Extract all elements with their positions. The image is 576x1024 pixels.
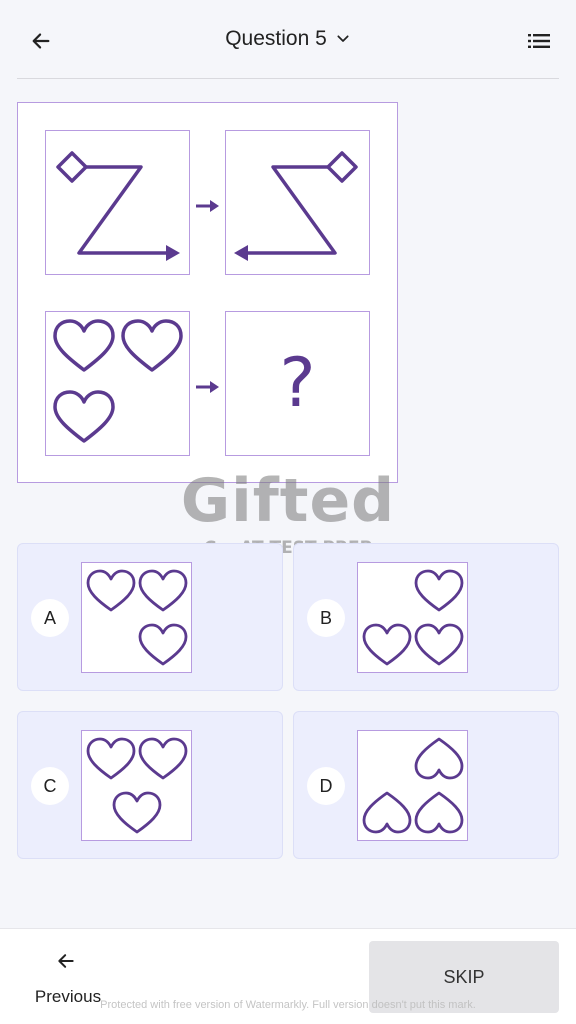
zigzag-arrow-shape xyxy=(56,151,180,261)
option-letter: C xyxy=(31,767,69,805)
figure-zigzag-original xyxy=(45,130,190,275)
question-selector[interactable]: Question 5 xyxy=(0,24,576,54)
answer-option-a[interactable]: A xyxy=(17,543,283,691)
list-icon xyxy=(528,34,550,48)
option-letter: B xyxy=(307,599,345,637)
chevron-down-icon xyxy=(337,35,349,42)
hearts-shape xyxy=(362,569,464,666)
header-bar: Question 5 xyxy=(0,0,576,78)
option-letter: A xyxy=(31,599,69,637)
option-image xyxy=(81,730,192,841)
hearts-shape xyxy=(86,569,188,666)
figure-hearts-original xyxy=(45,311,190,456)
figure-unknown: ? xyxy=(225,311,370,456)
question-figure: ? xyxy=(17,102,398,483)
option-letter: D xyxy=(307,767,345,805)
transform-arrow-icon xyxy=(196,381,219,393)
option-image xyxy=(357,562,468,673)
transform-arrow-icon xyxy=(196,200,219,212)
inverted-hearts-shape xyxy=(362,737,464,834)
answer-option-c[interactable]: C xyxy=(17,711,283,859)
answer-option-b[interactable]: B xyxy=(293,543,559,691)
option-image xyxy=(81,562,192,673)
hearts-shape xyxy=(53,319,183,443)
mirrored-zigzag-arrow-shape xyxy=(234,151,358,261)
question-mark: ? xyxy=(279,344,316,423)
page-title: Question 5 xyxy=(225,27,327,50)
header-divider xyxy=(17,78,559,79)
answer-option-d[interactable]: D xyxy=(293,711,559,859)
bottom-navigation: Previous SKIP Protected with free versio… xyxy=(0,928,576,1024)
watermark-notice: Protected with free version of Watermark… xyxy=(100,999,476,1011)
option-image xyxy=(357,730,468,841)
arrow-left-icon xyxy=(58,954,74,968)
hearts-shape xyxy=(86,737,188,834)
question-list-button[interactable] xyxy=(524,26,554,56)
figure-zigzag-mirrored xyxy=(225,130,370,275)
